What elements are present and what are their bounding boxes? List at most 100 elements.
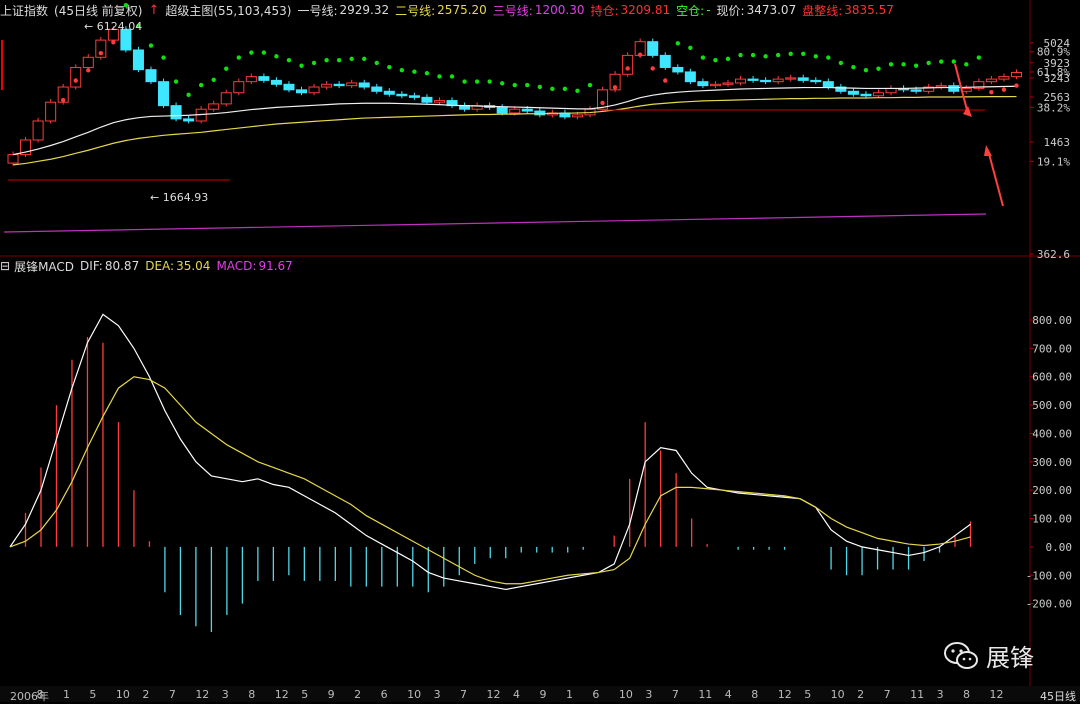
sar-dot [211,77,216,83]
candle-up [735,78,747,84]
candle-up [321,83,333,88]
sar-dot [775,52,781,58]
high-label: ← 6124.04 [84,20,142,33]
sar-dot [98,50,104,56]
candle-down [847,90,859,95]
candle-down [270,79,282,85]
candle-up [885,87,897,94]
sar-dot [826,55,831,60]
red-arrow-up [987,149,1004,207]
candle-down [183,118,195,122]
sar-dot [901,62,906,67]
price-tick-label: 3243 [1044,72,1071,85]
watermark: 展锋 [944,638,1034,673]
sar-dot [512,82,517,88]
macd-axis: 800.00 700.00 600.00 500.00 400.00 300.00 200.… [1026,314,1072,611]
sar-dot [437,74,442,79]
sar-dot [989,89,994,95]
time-tick-label: 11 [698,688,713,701]
chart-canvas[interactable]: 502480.9%392361.8%3243256338.2%146319.1%… [0,0,1080,686]
sar-dot [186,92,191,97]
candle-down [496,106,508,114]
time-tick-label: 7 [460,688,468,701]
sar-dot [813,54,818,59]
time-tick-label: 12 [195,688,210,701]
sar-dot [362,56,367,62]
sar-dot [926,60,931,66]
macd-histogram [9,313,972,632]
sar-dot [675,41,681,46]
sar-dot [198,82,204,88]
sar-dot [600,100,605,106]
candle-down [797,77,809,81]
sar-dot [236,55,241,60]
sar-dot [161,55,166,60]
sar-dot [700,55,706,60]
candle-down [295,89,308,94]
sar-dot [525,82,530,88]
candle-up [32,120,44,141]
macd-tick-label: 600.00 [1032,371,1072,384]
arrow-head-icon [963,106,972,117]
sar-dot [387,64,392,70]
time-tick-label: 3 [936,688,944,701]
sar-dot [111,40,116,45]
sar-dot [1001,87,1007,92]
sar-dot [851,64,856,70]
sar-dot [976,55,982,60]
sar-dot [801,51,806,56]
macd-tick-label: 800.00 [1032,314,1072,327]
sar-dot [173,79,179,84]
sar-dot [612,85,618,90]
time-tick-label: 8 [248,688,256,701]
macd-tick-label: 700.00 [1032,342,1072,355]
candle-up [233,81,245,94]
sar-dot [449,74,455,79]
sar-dot [637,52,643,57]
candle-down [408,95,420,98]
sar-dot [713,57,718,63]
sar-dot [964,62,969,67]
candle-down [810,79,822,83]
time-tick-label: 6 [380,688,388,701]
candle-down [333,83,345,87]
time-tick-label: 8 [751,688,759,701]
sar-dot [462,79,467,84]
time-tick-label: 7 [883,688,891,701]
candle-down [684,71,696,83]
time-tick-label: 5 [804,688,812,701]
sar-dot [224,66,229,71]
macd-tick-label: -200.00 [1026,598,1072,611]
candle-down [132,49,144,71]
candle-down [697,81,709,87]
candle-up [872,92,885,97]
candle-up [571,114,583,118]
sar-dot [261,50,267,55]
sar-dot [838,60,844,66]
sar-dot [73,78,78,83]
sar-dot [562,86,568,92]
candle-down [521,108,533,112]
sar-dot [399,67,405,73]
candles [7,26,1022,166]
candle-down [358,82,370,88]
time-tick-label: 7 [168,688,176,701]
watermark-text: 展锋 [986,644,1034,672]
candle-down [396,93,408,97]
time-tick-label: 2 [354,688,362,701]
sar-dot [625,66,630,71]
candle-up [985,78,997,83]
time-tick-label: 9 [327,688,335,701]
sar-dot [274,54,279,59]
candle-down [672,66,684,73]
sar-dot [939,59,944,64]
time-tick-label: 3 [433,688,441,701]
sar-dot [299,63,304,68]
price-tick-label: 38.2% [1037,101,1070,114]
candle-down [659,54,671,68]
time-tick-label: 10 [115,688,130,701]
time-tick-label: 10 [830,688,845,701]
low-label: ← 1664.93 [150,191,208,204]
sar-dot [650,66,655,71]
candle-down [760,79,772,83]
